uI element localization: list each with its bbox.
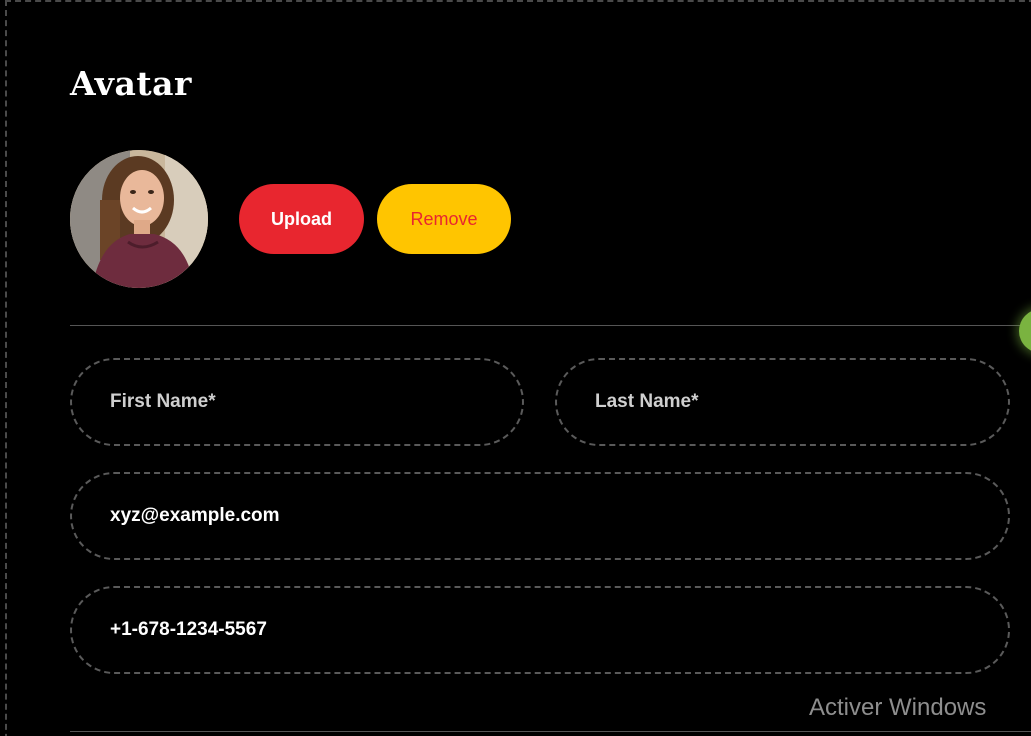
remove-button[interactable]: Remove xyxy=(377,184,511,254)
windows-activation-watermark: Activer Windows xyxy=(809,694,987,721)
phone-field[interactable] xyxy=(70,586,1010,674)
phone-input[interactable] xyxy=(110,588,986,672)
profile-page: Avatar Upload Remove First Name* Last Na… xyxy=(0,0,1031,736)
email-input[interactable] xyxy=(110,474,986,558)
last-name-field[interactable] xyxy=(555,358,1010,446)
first-name-input[interactable] xyxy=(110,360,500,444)
avatar-section-title: Avatar xyxy=(70,64,192,103)
email-field[interactable] xyxy=(70,472,1010,560)
last-name-input[interactable] xyxy=(595,360,986,444)
section-divider xyxy=(70,325,1031,326)
avatar xyxy=(70,150,208,288)
user-photo-icon xyxy=(70,150,208,288)
upload-button[interactable]: Upload xyxy=(239,184,364,254)
first-name-field[interactable] xyxy=(70,358,524,446)
bottom-divider xyxy=(70,731,1031,732)
